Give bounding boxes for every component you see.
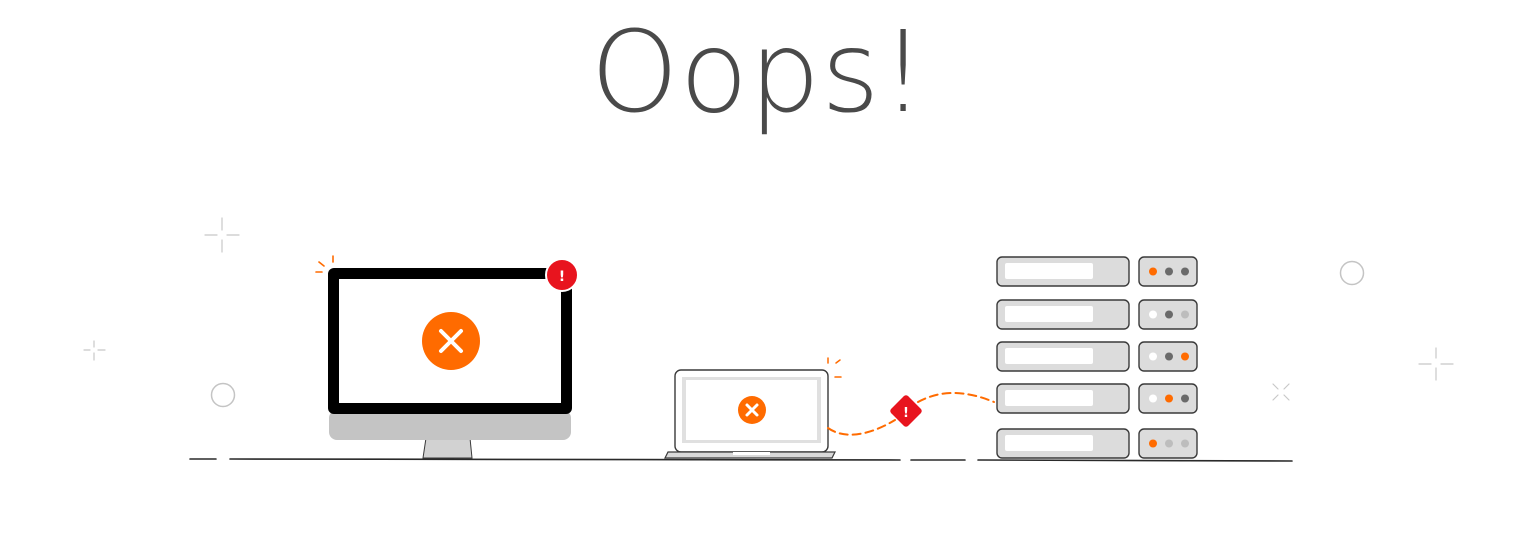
server-drive-slot xyxy=(1005,435,1093,451)
desktop-monitor: ! xyxy=(315,255,579,459)
warning-diamond-glyph: ! xyxy=(903,406,909,421)
status-led-icon xyxy=(1181,310,1189,319)
server-unit xyxy=(996,383,1198,414)
status-led-icon xyxy=(1181,394,1189,403)
status-led-icon xyxy=(1181,352,1189,361)
server-unit xyxy=(996,341,1198,372)
ground-line xyxy=(189,458,1293,462)
status-led-icon xyxy=(1165,394,1173,403)
server-drive-slot xyxy=(1005,306,1093,322)
status-led-icon xyxy=(1181,267,1189,276)
status-led-icon xyxy=(1165,310,1173,319)
status-led-icon xyxy=(1181,439,1189,448)
error-illustration: ! ! xyxy=(83,217,1454,462)
monitor-chin xyxy=(329,410,571,440)
alert-badge: ! xyxy=(545,258,579,292)
server-unit xyxy=(996,428,1198,459)
laptop xyxy=(664,357,842,459)
spark-icon xyxy=(827,357,842,378)
server-unit xyxy=(996,256,1198,287)
server-drive-slot xyxy=(1005,263,1093,279)
decorative-plus-icon xyxy=(1418,347,1454,381)
status-led-icon xyxy=(1149,352,1157,361)
close-icon xyxy=(738,396,766,424)
server-drive-slot xyxy=(1005,390,1093,406)
decorative-plus-icon xyxy=(204,217,240,253)
decorative-plus-icon xyxy=(83,340,106,361)
status-led-icon xyxy=(1149,394,1157,403)
server-rack xyxy=(996,256,1198,459)
server-unit xyxy=(996,299,1198,330)
status-led-icon xyxy=(1149,439,1157,448)
status-led-icon xyxy=(1149,310,1157,319)
close-icon xyxy=(422,312,480,370)
decorative-x-icon xyxy=(1272,383,1290,401)
monitor-stand xyxy=(422,437,473,459)
status-led-icon xyxy=(1149,267,1157,276)
warning-diamond-icon: ! xyxy=(890,395,922,427)
status-led-icon xyxy=(1165,439,1173,448)
server-drive-slot xyxy=(1005,348,1093,364)
status-led-icon xyxy=(1165,352,1173,361)
alert-badge-glyph: ! xyxy=(559,269,565,285)
status-led-icon xyxy=(1165,267,1173,276)
decorative-circle-icon xyxy=(210,382,236,408)
decorative-circle-icon xyxy=(1339,260,1365,286)
